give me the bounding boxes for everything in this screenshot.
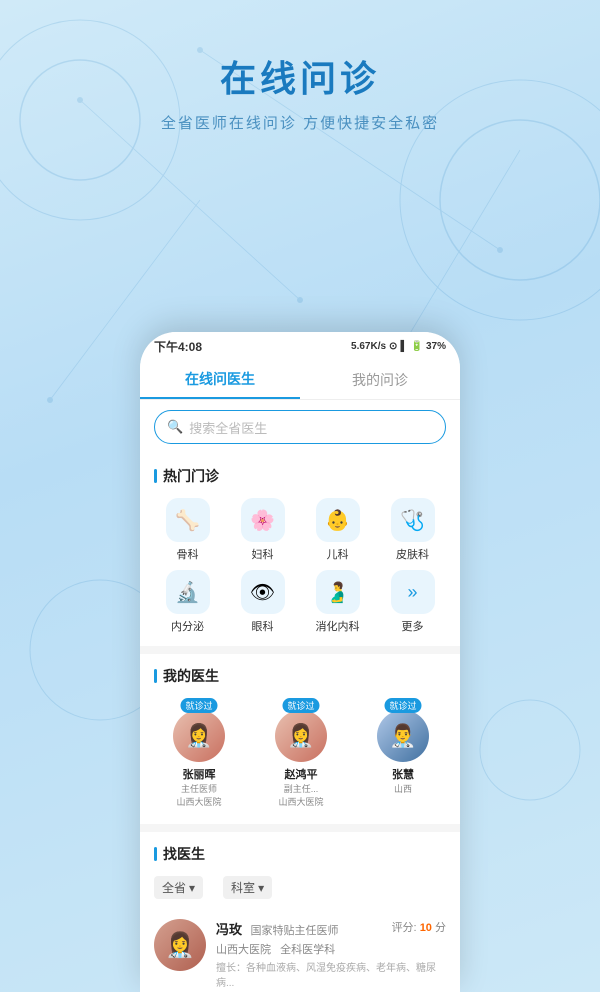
dept-dermatology[interactable]: 🩺 皮肤科 (379, 498, 446, 562)
gynecology-icon: 🌸 (241, 498, 285, 542)
doc-info-0: 冯玫 国家特贴主任医师 评分: 10 分 山西大医院 全科医学科 擅长：各种血液… (216, 919, 446, 992)
doctors-scroll[interactable]: 就诊过 👩‍⚕️ 张丽晖 主任医师 山西大医院 就诊过 👩‍⚕️ 赵鸿平 副主任… (154, 698, 446, 812)
content-area: 热门门诊 🦴 骨科 🌸 妇科 👶 儿科 🩺 皮肤科 (140, 454, 460, 992)
doc-title-0: 国家特贴主任医师 (250, 925, 338, 937)
chevron-down-icon: ▾ (189, 881, 195, 895)
accent-bar (154, 469, 157, 483)
battery-percent: 37% (426, 341, 446, 352)
dept-endocrine[interactable]: 🔬 内分泌 (154, 570, 221, 634)
doctor-list-item-0[interactable]: 👩‍⚕️ 冯玫 国家特贴主任医师 评分: 10 分 山西大医院 (154, 909, 446, 992)
doctor-avatar-2: 👨‍⚕️ (377, 710, 429, 762)
hero-subtitle: 全省医师在线问诊 方便快捷安全私密 (20, 112, 580, 133)
dermatology-icon: 🩺 (391, 498, 435, 542)
hero-section: 在线问诊 全省医师在线问诊 方便快捷安全私密 (0, 0, 600, 153)
search-area: 🔍 搜索全省医生 (140, 400, 460, 454)
doctor-name-0: 张丽晖 (183, 766, 216, 782)
accent-bar-2 (154, 669, 157, 683)
wifi-icon: ⊙ (389, 341, 397, 352)
doc-name-row: 冯玫 国家特贴主任医师 评分: 10 分 (216, 919, 446, 939)
tab-my-consult[interactable]: 我的问诊 (300, 360, 460, 399)
list-avatar-0: 👩‍⚕️ (154, 919, 206, 971)
doctor-avatar-0: 👩‍⚕️ (173, 710, 225, 762)
endocrine-label: 内分泌 (171, 618, 204, 634)
find-doctor-section: 找医生 全省 ▾ 科室 ▾ 👩‍⚕️ 冯玫 国家 (140, 832, 460, 992)
search-input-wrap[interactable]: 🔍 搜索全省医生 (154, 410, 446, 444)
filter-province[interactable]: 全省 ▾ (154, 876, 203, 899)
my-doctors-title: 我的医生 (154, 666, 446, 686)
phone-mockup: 下午4:08 5.67K/s ⊙ ▌ 🔋 37% 在线问医生 我的问诊 🔍 搜索… (140, 332, 460, 992)
doctor-role-1: 副主任... (284, 782, 319, 795)
pediatrics-icon: 👶 (316, 498, 360, 542)
search-icon: 🔍 (167, 419, 183, 435)
search-input[interactable]: 搜索全省医生 (189, 418, 267, 437)
dept-grid: 🦴 骨科 🌸 妇科 👶 儿科 🩺 皮肤科 🔬 内分泌 (154, 498, 446, 634)
doc-score-0: 评分: 10 分 (392, 919, 446, 935)
tab-ask-doctor[interactable]: 在线问医生 (140, 360, 300, 399)
battery-icon: 🔋 (411, 341, 423, 352)
gastro-icon: 🫃 (316, 570, 360, 614)
find-doctor-title: 找医生 (154, 844, 446, 864)
hero-title: 在线问诊 (20, 50, 580, 102)
signal-bars-icon: ▌ (400, 341, 407, 352)
status-right: 5.67K/s ⊙ ▌ 🔋 37% (351, 341, 446, 352)
doctor-card-0[interactable]: 就诊过 👩‍⚕️ 张丽晖 主任医师 山西大医院 (154, 698, 244, 808)
doctor-hospital-2: 山西 (394, 782, 412, 795)
endocrine-icon: 🔬 (166, 570, 210, 614)
doc-name-0: 冯玫 (216, 922, 242, 937)
doctor-name-1: 赵鸿平 (285, 766, 318, 782)
find-filters: 全省 ▾ 科室 ▾ (154, 876, 446, 899)
doctor-card-1[interactable]: 就诊过 👩‍⚕️ 赵鸿平 副主任... 山西大医院 (256, 698, 346, 808)
my-doctors-section: 我的医生 就诊过 👩‍⚕️ 张丽晖 主任医师 山西大医院 就诊过 👩‍⚕️ 赵鸿… (140, 654, 460, 824)
more-label: 更多 (402, 618, 424, 634)
dept-orthopedics[interactable]: 🦴 骨科 (154, 498, 221, 562)
accent-bar-3 (154, 847, 157, 861)
pediatrics-label: 儿科 (327, 546, 349, 562)
doctor-hospital-0: 山西大医院 (176, 795, 221, 808)
doctor-tag-0: 就诊过 (180, 698, 217, 713)
dept-ophthalmology[interactable]: 👁 眼科 (229, 570, 296, 634)
doctor-hospital-1: 山西大医院 (278, 795, 323, 808)
gynecology-label: 妇科 (252, 546, 274, 562)
doc-desc-0: 擅长：各种血液病、风湿免疫疾病、老年病、糖尿病... (216, 959, 446, 989)
doctor-tag-2: 就诊过 (384, 698, 421, 713)
dept-gastro[interactable]: 🫃 消化内科 (304, 570, 371, 634)
chevron-down-icon-2: ▾ (258, 881, 264, 895)
gastro-label: 消化内科 (316, 618, 360, 634)
dept-more[interactable]: » 更多 (379, 570, 446, 634)
ophthalmology-icon: 👁 (241, 570, 285, 614)
more-icon: » (391, 570, 435, 614)
doc-hospital-0: 山西大医院 全科医学科 (216, 941, 446, 957)
status-bar: 下午4:08 5.67K/s ⊙ ▌ 🔋 37% (140, 332, 460, 360)
hot-depts-title: 热门门诊 (154, 466, 446, 486)
dept-gynecology[interactable]: 🌸 妇科 (229, 498, 296, 562)
dept-pediatrics[interactable]: 👶 儿科 (304, 498, 371, 562)
orthopedics-label: 骨科 (177, 546, 199, 562)
orthopedics-icon: 🦴 (166, 498, 210, 542)
doctor-role-0: 主任医师 (181, 782, 217, 795)
hot-depts-section: 热门门诊 🦴 骨科 🌸 妇科 👶 儿科 🩺 皮肤科 (140, 454, 460, 646)
dermatology-label: 皮肤科 (396, 546, 429, 562)
signal-strength: 5.67K/s (351, 341, 386, 352)
doctor-avatar-1: 👩‍⚕️ (275, 710, 327, 762)
doctor-tag-1: 就诊过 (282, 698, 319, 713)
filter-dept[interactable]: 科室 ▾ (223, 876, 272, 899)
doctor-name-2: 张慧 (392, 766, 414, 782)
status-time: 下午4:08 (154, 338, 202, 355)
doctor-card-2[interactable]: 就诊过 👨‍⚕️ 张慧 山西 (358, 698, 446, 808)
ophthalmology-label: 眼科 (252, 618, 274, 634)
tabs-bar: 在线问医生 我的问诊 (140, 360, 460, 400)
